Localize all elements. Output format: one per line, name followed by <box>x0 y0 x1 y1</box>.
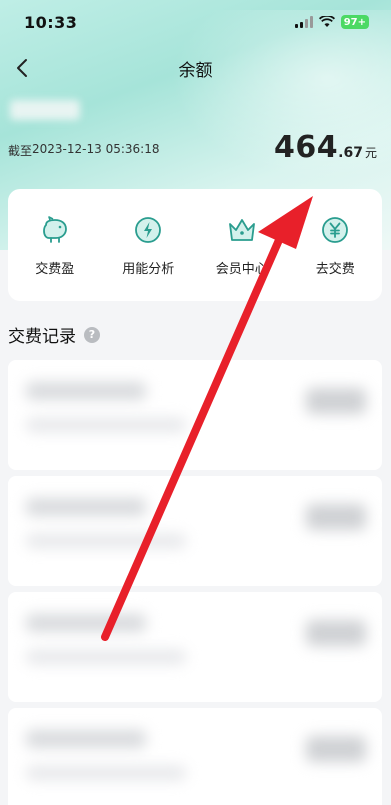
nav-bar: 余额 <box>0 48 391 88</box>
list-item[interactable] <box>8 708 382 805</box>
balance-decimal: .67 <box>338 145 363 161</box>
wifi-icon <box>318 16 335 27</box>
records-section-header: 交费记录 ? <box>8 322 100 347</box>
status-time: 10:33 <box>24 12 78 32</box>
as-of-label: 截至 <box>8 144 33 158</box>
service-energy-analysis[interactable]: 用能分析 <box>108 212 188 277</box>
list-item[interactable] <box>8 360 382 470</box>
lightning-icon <box>130 212 166 248</box>
service-jiaofeiying[interactable]: 交费盈 <box>15 212 95 277</box>
balance-integer: 464 <box>274 130 339 165</box>
payment-record-list <box>8 360 382 805</box>
battery-indicator: 97+ <box>340 15 369 29</box>
balance-amount: 464 .67 元 <box>274 130 377 165</box>
status-bar: 10:33 97+ <box>0 0 391 44</box>
page-title: 余额 <box>178 60 213 81</box>
yuan-icon <box>317 212 353 248</box>
back-button[interactable] <box>2 48 42 88</box>
balance-unit: 元 <box>364 146 377 160</box>
help-icon[interactable]: ? <box>84 326 100 343</box>
piggy-bank-icon <box>37 212 73 248</box>
service-pay[interactable]: 去交费 <box>295 212 375 277</box>
service-member-center[interactable]: 会员中心 <box>202 212 282 277</box>
crown-icon <box>224 212 260 248</box>
records-title: 交费记录 <box>8 327 76 347</box>
as-of-time: 2023-12-13 05:36:18 <box>32 142 160 156</box>
chevron-left-icon <box>17 59 27 77</box>
signal-icon <box>294 16 313 28</box>
status-icons: 97+ <box>294 15 369 29</box>
service-label: 交费盈 <box>35 262 75 277</box>
service-label: 去交费 <box>315 262 355 277</box>
list-item[interactable] <box>8 592 382 702</box>
service-label: 用能分析 <box>122 262 175 277</box>
list-item[interactable] <box>8 476 382 586</box>
account-name-blurred <box>10 100 80 120</box>
balance-timestamp: 截至 2023-12-13 05:36:18 <box>8 142 159 159</box>
service-label: 会员中心 <box>215 262 268 277</box>
service-card: 交费盈 用能分析 会员中心 去交费 <box>8 189 382 301</box>
